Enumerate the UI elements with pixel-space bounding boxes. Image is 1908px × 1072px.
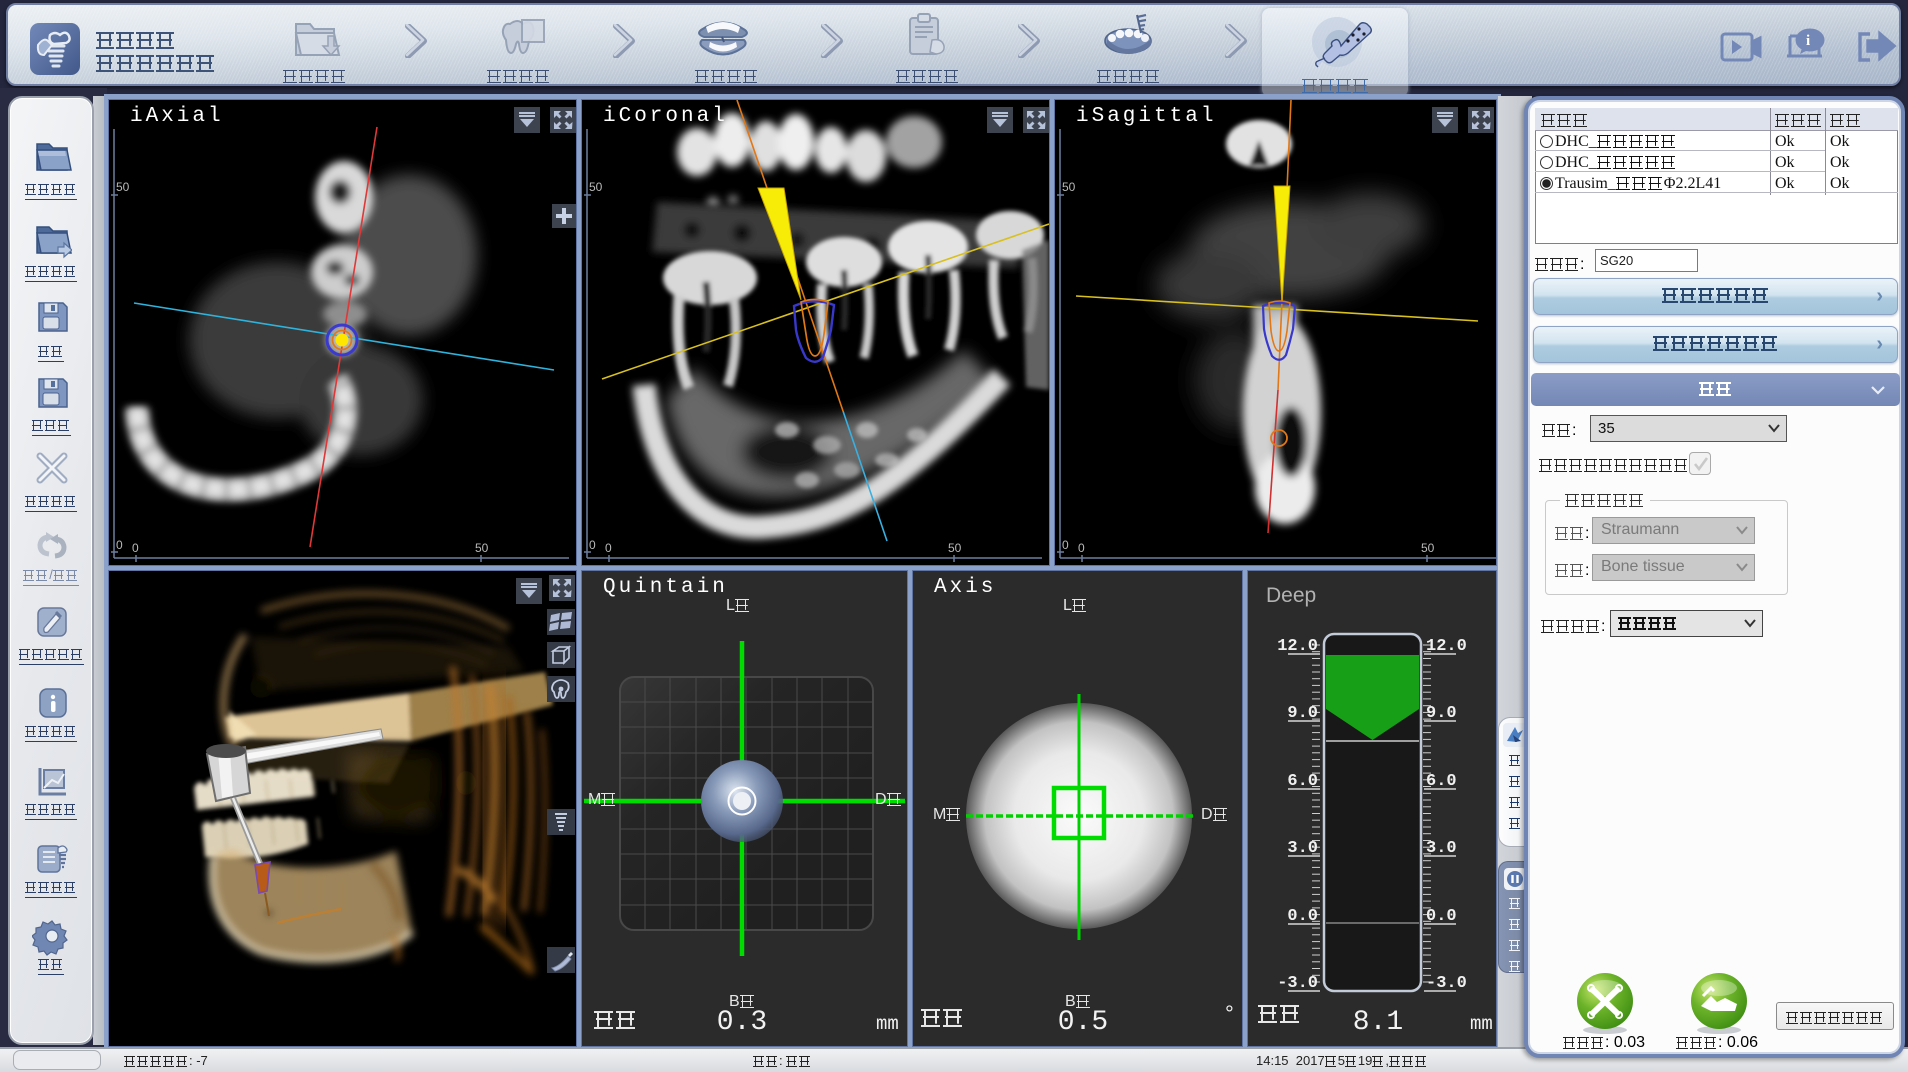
svg-text:50: 50 — [1421, 541, 1435, 555]
svg-text:9.0: 9.0 — [1287, 704, 1318, 723]
svg-text:50: 50 — [589, 180, 603, 194]
svg-text:0: 0 — [132, 541, 139, 555]
svg-text:0: 0 — [605, 541, 612, 555]
svg-text:0: 0 — [1062, 538, 1069, 552]
svg-text:50: 50 — [948, 541, 962, 555]
svg-text:0: 0 — [589, 538, 596, 552]
svg-text:-3.0: -3.0 — [1426, 974, 1467, 993]
svg-text:9.0: 9.0 — [1426, 704, 1457, 723]
svg-text:50: 50 — [1062, 180, 1076, 194]
svg-text:3.0: 3.0 — [1426, 839, 1457, 858]
svg-text:6.0: 6.0 — [1287, 772, 1318, 791]
svg-text:-3.0: -3.0 — [1277, 974, 1318, 993]
svg-text:0: 0 — [1078, 541, 1085, 555]
svg-text:0: 0 — [116, 538, 123, 552]
svg-text:i: i — [1806, 33, 1810, 49]
svg-text:3.0: 3.0 — [1287, 839, 1318, 858]
svg-text:0.0: 0.0 — [1287, 907, 1318, 926]
svg-text:50: 50 — [475, 541, 489, 555]
svg-text:12.0: 12.0 — [1426, 637, 1467, 656]
svg-text:6.0: 6.0 — [1426, 772, 1457, 791]
svg-text:12.0: 12.0 — [1277, 637, 1318, 656]
svg-text:0.0: 0.0 — [1426, 907, 1457, 926]
svg-text:50: 50 — [116, 180, 130, 194]
